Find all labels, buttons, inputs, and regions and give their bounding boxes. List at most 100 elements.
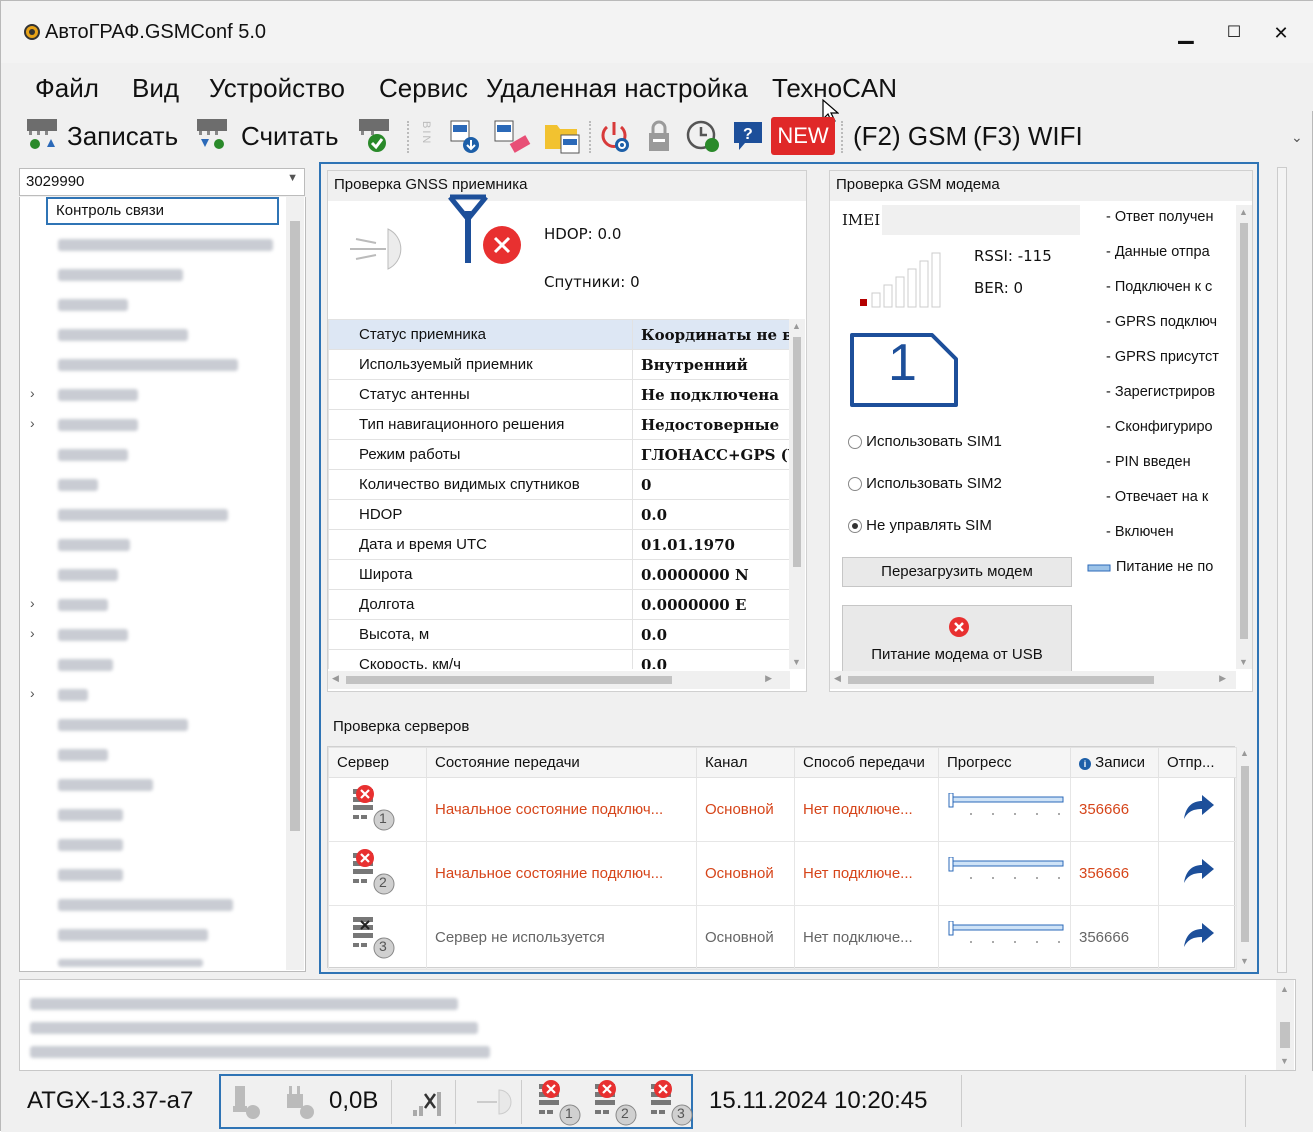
server-send[interactable] bbox=[1158, 841, 1237, 906]
expand-chevron-icon[interactable]: › bbox=[30, 685, 35, 701]
server-send[interactable] bbox=[1158, 777, 1237, 842]
usb-power-button[interactable]: Питание модема от USB bbox=[842, 605, 1072, 675]
gnss-row[interactable]: Количество видимых спутников 0 bbox=[328, 469, 790, 500]
gnss-row[interactable]: HDOP 0.0 bbox=[328, 499, 790, 530]
gnss-row[interactable]: Используемый приемник Внутренний bbox=[328, 349, 790, 380]
expand-chevron-icon[interactable]: › bbox=[30, 415, 35, 431]
power-reboot-icon[interactable] bbox=[597, 119, 633, 155]
send-arrow-icon[interactable] bbox=[1180, 857, 1216, 887]
gnss-row[interactable]: Дата и время UTC 01.01.1970 bbox=[328, 529, 790, 560]
scrollbar-thumb[interactable] bbox=[1241, 766, 1249, 942]
gnss-row[interactable]: Долгота 0.0000000 E bbox=[328, 589, 790, 620]
expand-chevron-icon[interactable]: › bbox=[30, 595, 35, 611]
minimize-button[interactable]: ▁ bbox=[1166, 15, 1206, 51]
log-scrollbar[interactable]: ▲ ▼ bbox=[1276, 980, 1294, 1070]
tree-item[interactable] bbox=[58, 869, 123, 881]
expand-chevron-icon[interactable]: › bbox=[30, 625, 35, 641]
gsm-f2-button[interactable]: (F2) GSM bbox=[853, 121, 967, 152]
scrollbar-thumb[interactable] bbox=[1280, 1022, 1290, 1048]
gnss-row[interactable]: Высота, м 0.0 bbox=[328, 619, 790, 650]
write-button[interactable]: Записать bbox=[67, 121, 178, 152]
main-scrollbar[interactable] bbox=[1277, 167, 1287, 973]
gsm-hscrollbar[interactable]: ◀ ▶ bbox=[830, 671, 1236, 689]
gnss-row[interactable]: Широта 0.0000000 N bbox=[328, 559, 790, 590]
tree-item[interactable] bbox=[58, 809, 123, 821]
tree-item[interactable] bbox=[58, 659, 113, 671]
lock-icon[interactable] bbox=[643, 119, 675, 155]
radio-circle-selected[interactable] bbox=[848, 519, 862, 534]
read-button[interactable]: Считать bbox=[241, 121, 339, 152]
scrollbar-thumb[interactable] bbox=[1240, 223, 1248, 639]
toolbar-overflow-icon[interactable]: ⌄ bbox=[1291, 129, 1303, 146]
send-arrow-icon[interactable] bbox=[1180, 921, 1216, 951]
tree-item[interactable] bbox=[58, 569, 118, 581]
tree-item[interactable] bbox=[58, 389, 138, 401]
wifi-f3-button[interactable]: (F3) WIFI bbox=[973, 121, 1083, 152]
gnss-row[interactable]: Тип навигационного решения Недостоверные bbox=[328, 409, 790, 440]
tree-item[interactable] bbox=[58, 419, 138, 431]
reboot-modem-button[interactable]: Перезагрузить модем bbox=[842, 557, 1072, 587]
tree-item[interactable] bbox=[58, 299, 128, 311]
col-method[interactable]: Способ передачи bbox=[794, 747, 939, 778]
server-row[interactable]: 2 Начальное состояние подключ... Основной Н… bbox=[328, 841, 1237, 906]
expand-chevron-icon[interactable]: › bbox=[30, 385, 35, 401]
menu-device[interactable]: Устройство bbox=[209, 73, 345, 104]
radio-circle[interactable] bbox=[848, 477, 862, 492]
col-server[interactable]: Сервер bbox=[328, 747, 427, 778]
send-arrow-icon[interactable] bbox=[1180, 793, 1216, 823]
scrollbar-thumb[interactable] bbox=[848, 676, 1154, 684]
bin-erase-icon[interactable] bbox=[491, 119, 535, 155]
tree-item[interactable] bbox=[58, 629, 128, 641]
help-chat-icon[interactable]: ? bbox=[731, 119, 767, 153]
tree-item[interactable] bbox=[58, 359, 238, 371]
tree-item[interactable] bbox=[58, 509, 228, 521]
new-badge-button[interactable]: NEW bbox=[771, 117, 835, 155]
gnss-row[interactable]: Режим работы ГЛОНАСС+GPS (Y bbox=[328, 439, 790, 470]
server-send[interactable] bbox=[1158, 905, 1237, 970]
col-progress[interactable]: Прогресс bbox=[938, 747, 1071, 778]
menu-service[interactable]: Сервис bbox=[379, 73, 468, 104]
col-send[interactable]: Отпр... bbox=[1158, 747, 1237, 778]
tree-item[interactable] bbox=[58, 959, 203, 967]
tree-item[interactable] bbox=[58, 599, 108, 611]
tree-item[interactable] bbox=[58, 749, 108, 761]
gnss-table-scrollbar[interactable]: ▲ ▼ bbox=[789, 319, 805, 669]
tree-item[interactable] bbox=[58, 899, 233, 911]
menu-view[interactable]: Вид bbox=[132, 73, 179, 104]
scrollbar-thumb[interactable] bbox=[793, 337, 801, 567]
col-records[interactable]: i Записи bbox=[1070, 747, 1159, 778]
gsm-status-scrollbar[interactable]: ▲ ▼ bbox=[1236, 205, 1252, 669]
gnss-hscrollbar[interactable]: ◀ ▶ bbox=[328, 671, 790, 689]
close-button[interactable]: ✕ bbox=[1261, 15, 1301, 51]
gnss-row[interactable]: Статус приемника Координаты не в bbox=[328, 319, 790, 350]
maximize-button[interactable]: ☐ bbox=[1214, 15, 1254, 51]
tree-item[interactable] bbox=[58, 779, 153, 791]
tree-item[interactable] bbox=[58, 839, 123, 851]
menu-remote-setup[interactable]: Удаленная настройка bbox=[486, 73, 748, 104]
tree-item[interactable] bbox=[58, 239, 273, 251]
tree-item[interactable] bbox=[58, 929, 208, 941]
scrollbar-thumb[interactable] bbox=[290, 221, 300, 831]
radio-sim2[interactable]: Использовать SIM2 bbox=[848, 475, 1002, 492]
tree-item[interactable] bbox=[58, 449, 128, 461]
tree-item[interactable] bbox=[58, 269, 183, 281]
tree-item[interactable] bbox=[58, 479, 98, 491]
col-state[interactable]: Состояние передачи bbox=[426, 747, 697, 778]
clock-settings-icon[interactable] bbox=[685, 119, 723, 155]
radio-circle[interactable] bbox=[848, 435, 862, 450]
bin-download-icon[interactable] bbox=[447, 119, 483, 155]
verify-device-icon[interactable] bbox=[355, 117, 395, 155]
menu-file[interactable]: Файл bbox=[35, 73, 99, 104]
radio-sim1[interactable]: Использовать SIM1 bbox=[848, 433, 1002, 450]
tree-item[interactable] bbox=[58, 719, 188, 731]
tree-item[interactable] bbox=[58, 539, 130, 551]
device-selector[interactable]: 3029990 ▼ bbox=[19, 168, 305, 196]
tree-item[interactable] bbox=[58, 329, 188, 341]
scrollbar-thumb[interactable] bbox=[346, 676, 672, 684]
gnss-row[interactable]: Статус антенны Не подключена bbox=[328, 379, 790, 410]
tree-scrollbar[interactable] bbox=[286, 197, 304, 970]
tree-item-connection-control[interactable]: Контроль связи bbox=[46, 197, 279, 225]
gnss-row[interactable]: Скорость, км/ч 0.0 bbox=[328, 649, 790, 669]
server-row[interactable]: 1 Начальное состояние подключ... Основной Н… bbox=[328, 777, 1237, 842]
tree-item[interactable] bbox=[58, 689, 88, 701]
